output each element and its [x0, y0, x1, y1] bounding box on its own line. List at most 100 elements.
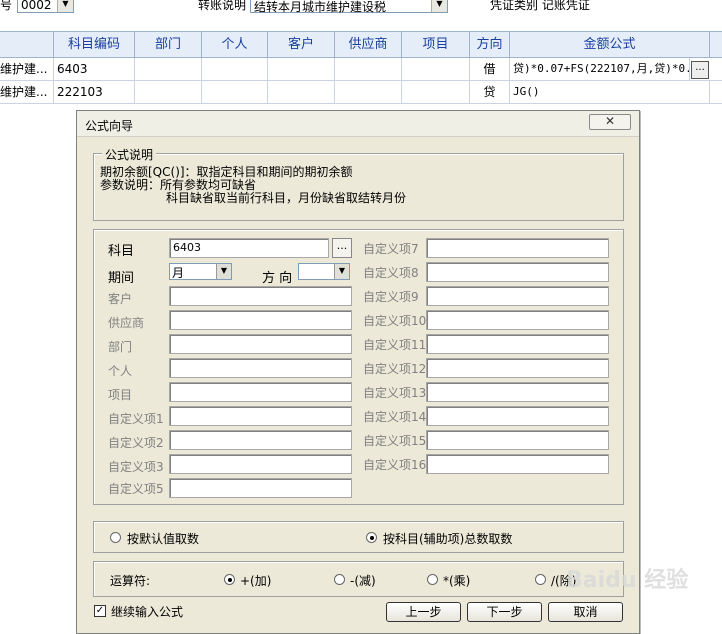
period-value: 月	[172, 266, 185, 280]
dialog-title: 公式向导	[85, 119, 134, 133]
chevron-down-icon[interactable]: ▼	[334, 264, 349, 279]
custom16-input[interactable]	[426, 454, 609, 474]
row-supplier[interactable]	[335, 81, 402, 103]
op-add-label[interactable]: +(加)	[240, 572, 271, 589]
row-project[interactable]	[402, 81, 470, 103]
customer-label: 客户	[108, 292, 133, 306]
formula-wizard-dialog: 公式向导 ✕ 公式说明 期初余额[QC()]：取指定科目和期间的期初余额 参数说…	[76, 110, 640, 634]
project-label: 项目	[108, 388, 133, 402]
operator-label: 运算符:	[110, 574, 151, 588]
custom5-label: 自定义项5	[108, 482, 164, 496]
row-customer[interactable]	[268, 81, 335, 103]
custom8-input[interactable]	[426, 262, 609, 282]
fetch-default-radio[interactable]	[110, 532, 121, 543]
grid-header-row: 科目编码 部门 个人 客户 供应商 项目 方向 金额公式	[0, 32, 722, 58]
grid-header-customer[interactable]: 客户	[268, 32, 335, 57]
row-direction[interactable]: 贷	[470, 81, 510, 103]
grid-header-code[interactable]: 科目编码	[54, 32, 135, 57]
cancel-button[interactable]: 取消	[548, 602, 623, 622]
op-sub-label[interactable]: -(减)	[350, 572, 376, 589]
grid-header-department[interactable]: 部门	[135, 32, 202, 57]
custom12-input[interactable]	[426, 358, 609, 378]
dialog-titlebar[interactable]: 公式向导 ✕	[77, 111, 639, 137]
customer-input[interactable]	[169, 286, 352, 306]
custom1-label: 自定义项1	[108, 412, 164, 426]
custom9-input[interactable]	[426, 286, 609, 306]
fetch-mode-group: 按默认值取数 按科目(辅助项)总数取数	[93, 521, 624, 553]
formula-desc-line3: 科目缺省取当前行科目，月份缺省取结转月份	[166, 191, 407, 205]
custom7-label: 自定义项7	[363, 242, 419, 256]
custom1-input[interactable]	[169, 406, 352, 426]
op-sub-radio[interactable]	[334, 574, 345, 585]
transfer-desc-select[interactable]: 结转本月城市维护建设税 ▼	[250, 0, 448, 14]
row-person[interactable]	[202, 81, 268, 103]
transfer-desc-value: 结转本月城市维护建设税	[254, 0, 387, 14]
row-customer[interactable]	[268, 58, 335, 80]
supplier-input[interactable]	[169, 310, 352, 330]
custom13-input[interactable]	[426, 382, 609, 402]
voucher-type-text: 凭证类别 记账凭证	[490, 0, 590, 12]
custom14-label: 自定义项14	[363, 410, 427, 424]
custom13-label: 自定义项13	[363, 386, 427, 400]
row-code[interactable]: 6403	[54, 58, 135, 80]
voucher-toolbar: 号 0002 ▼ 转账说明 结转本月城市维护建设税 ▼ 凭证类别 记账凭证	[0, 0, 722, 14]
continue-checkbox[interactable]: ✓	[94, 605, 106, 617]
custom10-input[interactable]	[426, 310, 609, 330]
grid-header-person[interactable]: 个人	[202, 32, 268, 57]
row-person[interactable]	[202, 58, 268, 80]
operator-group: 运算符: +(加) -(减) *(乘) /(除)	[93, 561, 624, 597]
op-div-radio[interactable]	[535, 574, 546, 585]
op-add-radio[interactable]	[224, 574, 235, 585]
custom2-input[interactable]	[169, 430, 352, 450]
voucher-no-label: 号	[0, 0, 13, 12]
period-select[interactable]: 月 ▼	[169, 263, 232, 280]
custom7-input[interactable]	[426, 238, 609, 258]
grid-header-project[interactable]: 项目	[402, 32, 470, 57]
department-label: 部门	[108, 340, 133, 354]
prev-button[interactable]: 上一步	[386, 602, 461, 622]
table-row[interactable]: 维护建... 222103 贷 JG()	[0, 81, 722, 104]
row-project[interactable]	[402, 58, 470, 80]
continue-label[interactable]: 继续输入公式	[111, 603, 183, 620]
chevron-down-icon[interactable]: ▼	[431, 0, 447, 12]
subject-browse-button[interactable]: ...	[332, 238, 352, 258]
fetch-by-subject-radio[interactable]	[366, 532, 377, 543]
custom5-input[interactable]	[169, 478, 352, 498]
row-formula[interactable]: 贷)*0.07+FS(222107,月,贷)*0.07	[510, 58, 690, 80]
fetch-default-label[interactable]: 按默认值取数	[127, 530, 199, 547]
voucher-no-select[interactable]: 0002 ▼	[17, 0, 74, 13]
custom2-label: 自定义项2	[108, 436, 164, 450]
chevron-down-icon[interactable]: ▼	[216, 264, 231, 279]
row-supplier[interactable]	[335, 58, 402, 80]
op-mul-radio[interactable]	[427, 574, 438, 585]
custom14-input[interactable]	[426, 406, 609, 426]
row-department[interactable]	[135, 58, 202, 80]
next-button[interactable]: 下一步	[467, 602, 542, 622]
grid-header-supplier[interactable]: 供应商	[335, 32, 402, 57]
direction-select[interactable]: ▼	[298, 263, 350, 280]
table-row[interactable]: 维护建... 6403 借 贷)*0.07+FS(222107,月,贷)*0.0…	[0, 58, 722, 81]
supplier-label: 供应商	[108, 316, 145, 330]
close-icon[interactable]: ✕	[589, 114, 631, 130]
fetch-by-subject-label[interactable]: 按科目(辅助项)总数取数	[383, 530, 512, 547]
row-code[interactable]: 222103	[54, 81, 135, 103]
person-input[interactable]	[169, 358, 352, 378]
custom11-input[interactable]	[426, 334, 609, 354]
row-direction[interactable]: 借	[470, 58, 510, 80]
formula-desc-line1: 期初余额[QC()]：取指定科目和期间的期初余额	[100, 165, 353, 179]
custom3-input[interactable]	[169, 454, 352, 474]
chevron-down-icon[interactable]: ▼	[57, 0, 73, 12]
grid-header-formula[interactable]: 金额公式	[510, 32, 710, 57]
subject-input[interactable]: 6403	[169, 238, 329, 258]
custom15-input[interactable]	[426, 430, 609, 450]
op-mul-label[interactable]: *(乘)	[443, 572, 470, 589]
person-label: 个人	[108, 364, 133, 378]
row-formula[interactable]: JG()	[510, 81, 710, 103]
project-input[interactable]	[169, 382, 352, 402]
grid-header-desc	[0, 32, 54, 57]
row-department[interactable]	[135, 81, 202, 103]
formula-ellipsis-button[interactable]: ...	[691, 61, 709, 79]
department-input[interactable]	[169, 334, 352, 354]
grid-header-direction[interactable]: 方向	[470, 32, 510, 57]
formula-desc-line2: 参数说明：所有参数均可缺省	[100, 178, 257, 192]
